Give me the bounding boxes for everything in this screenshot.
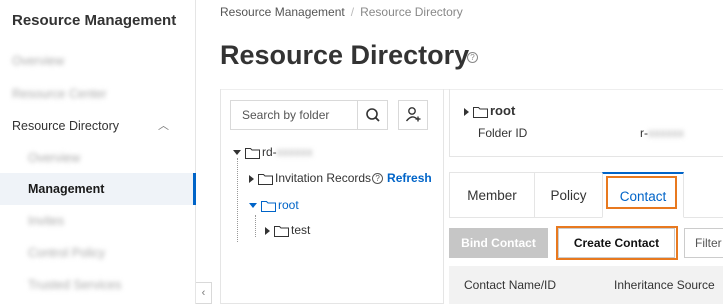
sidebar-item-control-policy[interactable]: Control Policy (0, 237, 196, 269)
folder-icon (274, 225, 289, 237)
tree-node-label: rd- (262, 145, 277, 159)
sidebar-item-invites[interactable]: Invites (0, 205, 196, 237)
tree-node-test[interactable]: test (265, 221, 310, 239)
add-folder-button[interactable] (398, 100, 428, 130)
sidebar-item-label: Trusted Services (28, 278, 122, 292)
caret-right-icon[interactable] (265, 226, 270, 235)
sidebar-item-resource-directory[interactable]: Resource Directory ︿ (0, 110, 196, 142)
folder-id-label: Folder ID (478, 126, 528, 140)
folder-name: root (490, 103, 516, 118)
column-header-contact[interactable]: Contact Name/ID (464, 266, 556, 304)
tree-node-id-blurred: xxxxxx (276, 145, 313, 159)
sidebar-item-label: Overview (12, 54, 65, 68)
sidebar-item-label: Management (28, 182, 105, 196)
tree-node-root[interactable]: root (249, 196, 299, 214)
folder-icon (245, 147, 260, 159)
folder-id-prefix: r- (640, 126, 648, 140)
folder-search (230, 100, 388, 130)
tree-connector (255, 215, 256, 237)
create-contact-button[interactable]: Create Contact (558, 228, 675, 258)
refresh-link[interactable]: Refresh (387, 171, 432, 185)
tab-member[interactable]: Member (449, 172, 535, 218)
breadcrumb: Resource Management / Resource Directory (220, 5, 463, 19)
help-icon[interactable]: ? (372, 173, 384, 185)
sidebar: Resource Management Overview Resource Ce… (0, 0, 196, 304)
sidebar-item-overview[interactable]: Overview (0, 45, 196, 77)
caret-right-icon[interactable] (464, 107, 469, 116)
add-user-icon (405, 107, 421, 122)
main-content: Resource Management / Resource Directory R… (212, 0, 723, 304)
caret-down-icon[interactable] (233, 150, 241, 156)
tree-node-label: root (278, 198, 299, 212)
column-header-inheritance[interactable]: Inheritance Source (614, 266, 715, 304)
table-header: Contact Name/ID Inheritance Source (449, 266, 723, 304)
tree-node-rd[interactable]: rd-xxxxxx (233, 143, 313, 161)
tab-bar: Member Policy Contact (449, 172, 723, 218)
folder-detail-card: root Folder ID r-xxxxxx (449, 89, 723, 157)
tree-connector (237, 158, 238, 242)
sidebar-item-resource-center[interactable]: Resource Center (0, 78, 196, 110)
folder-icon (258, 173, 273, 185)
filter-input[interactable]: Filter (684, 228, 723, 258)
folder-search-input[interactable] (231, 101, 357, 129)
search-icon (366, 108, 380, 122)
sidebar-collapse-button[interactable]: ‹ (196, 282, 212, 304)
sidebar-item-management[interactable]: Management (0, 173, 196, 205)
chevron-up-icon: ︿ (158, 120, 169, 132)
tree-node-label: test (291, 223, 311, 237)
help-icon[interactable]: ? (467, 52, 478, 63)
sidebar-item-label: Resource Directory (12, 119, 119, 133)
sidebar-item-label: Overview (28, 151, 81, 165)
bind-contact-button[interactable]: Bind Contact (449, 228, 548, 258)
caret-down-icon[interactable] (249, 203, 257, 209)
folder-icon (261, 200, 276, 212)
folder-id-value: r-xxxxxx (640, 126, 684, 140)
folder-detail-title: root (464, 103, 515, 118)
page-title: Resource Directory (220, 40, 470, 70)
breadcrumb-separator: / (350, 5, 355, 19)
folder-icon (473, 106, 488, 118)
sidebar-title: Resource Management (12, 12, 177, 29)
tree-node-invitation-records[interactable]: Invitation Records? Refresh (249, 169, 432, 187)
sidebar-item-label: Invites (28, 214, 65, 228)
tab-contact[interactable]: Contact (602, 172, 684, 218)
search-button[interactable] (357, 101, 387, 129)
sidebar-item-rd-overview[interactable]: Overview (0, 142, 196, 174)
sidebar-item-trusted-services[interactable]: Trusted Services (0, 269, 196, 301)
sidebar-item-label: Control Policy (28, 246, 106, 260)
sidebar-item-label: Resource Center (12, 87, 107, 101)
tab-policy[interactable]: Policy (534, 172, 603, 218)
folder-tree-panel: rd-xxxxxx Invitation Records?Refresh roo… (220, 89, 444, 304)
breadcrumb-link-resource-management[interactable]: Resource Management (220, 5, 345, 19)
folder-id-blurred: xxxxxx (648, 126, 684, 140)
tree-node-label: Invitation Records (275, 171, 372, 185)
caret-right-icon[interactable] (249, 174, 254, 183)
breadcrumb-current: Resource Directory (360, 5, 463, 19)
